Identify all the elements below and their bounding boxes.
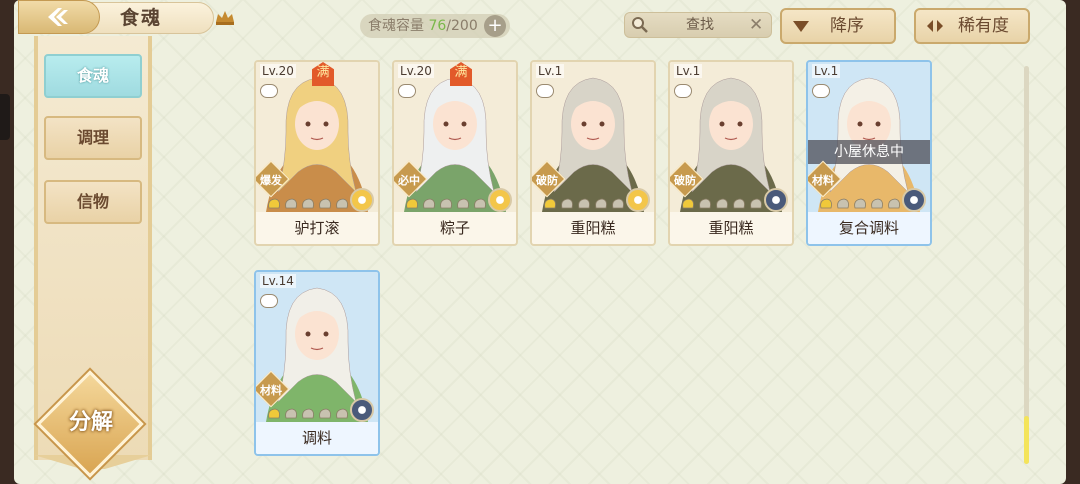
crown-icon xyxy=(216,11,234,25)
role-tag-label: 破防 xyxy=(674,174,696,187)
role-tag-label: 材料 xyxy=(812,174,834,187)
food-soul-card[interactable]: Lv.1 小屋休息中 材料 复合调料 xyxy=(806,60,932,246)
food-soul-card[interactable]: Lv.1 破防 重阳糕 xyxy=(530,60,656,246)
role-tag-label: 材料 xyxy=(260,384,282,397)
tab-cuisine[interactable]: 调理 xyxy=(44,116,142,160)
page-title: 食魂 xyxy=(120,7,163,29)
level-label: Lv.14 xyxy=(260,274,296,288)
card-name: 驴打滚 xyxy=(294,219,340,237)
level-label: Lv.20 xyxy=(260,64,296,78)
gear-flower-icon xyxy=(350,398,374,422)
food-soul-card[interactable]: Lv.14 材料 调料 xyxy=(254,270,380,456)
level-label: Lv.20 xyxy=(398,64,434,78)
star-rating-icon xyxy=(682,198,762,209)
expand-capacity-button[interactable]: + xyxy=(484,15,506,37)
star-rating-icon xyxy=(820,198,900,209)
back-button[interactable] xyxy=(18,0,100,34)
role-tag-label: 必中 xyxy=(398,174,420,187)
card-name: 粽子 xyxy=(439,219,470,237)
chat-bubble-icon xyxy=(398,84,416,98)
card-name: 重阳糕 xyxy=(708,219,754,237)
capacity-display: 食魂容量 76/200 + xyxy=(360,14,510,38)
star-rating-icon xyxy=(268,198,348,209)
role-tag-label: 爆发 xyxy=(260,174,282,187)
level-label: Lv.1 xyxy=(674,64,703,78)
flower-icon xyxy=(626,188,650,212)
card-name: 复合调料 xyxy=(808,212,930,244)
star-rating-icon xyxy=(268,408,348,419)
search-input[interactable] xyxy=(655,13,745,37)
rarity-filter-button[interactable]: 稀有度 xyxy=(914,8,1030,44)
tab-keepsake[interactable]: 信物 xyxy=(44,180,142,224)
star-rating-icon xyxy=(544,198,624,209)
sort-order-label: 降序 xyxy=(830,16,864,36)
back-arrow-icon xyxy=(48,8,68,26)
gear-flower-icon xyxy=(902,188,926,212)
level-label: Lv.1 xyxy=(536,64,565,78)
scrollbar-thumb[interactable] xyxy=(1024,416,1029,464)
rarity-filter-label: 稀有度 xyxy=(958,16,1009,36)
tab-food-soul[interactable]: 食魂 xyxy=(44,54,142,98)
status-banner: 小屋休息中 xyxy=(808,140,930,164)
card-name: 调料 xyxy=(256,422,378,454)
chat-bubble-icon xyxy=(536,84,554,98)
role-tag-label: 破防 xyxy=(536,174,558,187)
capacity-current: 76 xyxy=(428,18,447,34)
chat-bubble-icon xyxy=(812,84,830,98)
scrollbar-track[interactable] xyxy=(1024,66,1029,464)
search-icon xyxy=(632,17,648,33)
flower-icon xyxy=(350,188,374,212)
chat-bubble-icon xyxy=(260,294,278,308)
swap-icon xyxy=(927,20,943,32)
level-label: Lv.1 xyxy=(812,64,841,78)
left-edge-tab xyxy=(0,94,10,140)
chat-bubble-icon xyxy=(260,84,278,98)
clear-icon[interactable]: ✕ xyxy=(749,16,765,34)
flower-icon xyxy=(488,188,512,212)
capacity-label: 食魂容量 xyxy=(368,18,424,34)
search-box[interactable]: ✕ xyxy=(624,12,772,38)
food-soul-card[interactable]: Lv.1 破防 重阳糕 xyxy=(668,60,794,246)
food-soul-card[interactable]: Lv.20 满 爆发 驴打滚 xyxy=(254,60,380,246)
chat-bubble-icon xyxy=(674,84,692,98)
gear-flower-icon xyxy=(764,188,788,212)
card-name: 重阳糕 xyxy=(570,219,616,237)
decompose-label: 分解 xyxy=(68,409,113,435)
food-soul-card[interactable]: Lv.20 满 必中 粽子 xyxy=(392,60,518,246)
capacity-total: /200 xyxy=(446,18,478,34)
sort-order-button[interactable]: 降序 xyxy=(780,8,896,44)
sort-down-icon xyxy=(793,21,809,32)
star-rating-icon xyxy=(406,198,486,209)
